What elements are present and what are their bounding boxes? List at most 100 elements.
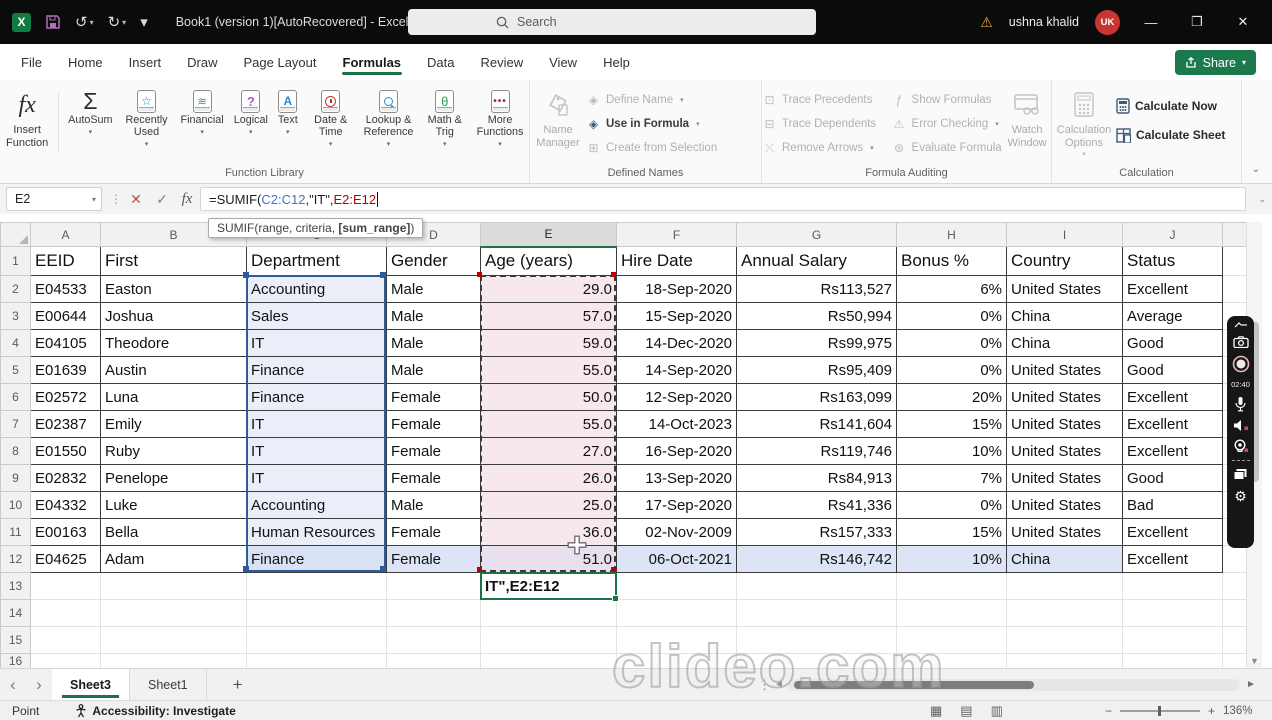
- grid-cell[interactable]: [246, 572, 387, 600]
- cell-age-5[interactable]: 55.0: [480, 356, 617, 384]
- cell-salary-6[interactable]: Rs163,099: [736, 383, 897, 411]
- cell-hire-3[interactable]: 15-Sep-2020: [616, 302, 737, 330]
- grid-cell[interactable]: [386, 626, 481, 654]
- zoom-slider[interactable]: [1120, 705, 1201, 716]
- grid-cell[interactable]: [736, 599, 897, 627]
- cell-first-9[interactable]: Penelope: [100, 464, 247, 492]
- view-page-layout-icon[interactable]: ▤: [960, 703, 972, 719]
- user-name[interactable]: ushna khalid: [1009, 15, 1079, 29]
- cell-gender-10[interactable]: Male: [386, 491, 481, 519]
- cell-age-8[interactable]: 27.0: [480, 437, 617, 465]
- cell-eeid-10[interactable]: E04332: [30, 491, 101, 519]
- row-header-2[interactable]: 2: [0, 275, 31, 303]
- row-header-12[interactable]: 12: [0, 545, 31, 573]
- share-button[interactable]: Share ▾: [1174, 50, 1256, 75]
- cell-eeid-12[interactable]: E04625: [30, 545, 101, 573]
- cell-first-11[interactable]: Bella: [100, 518, 247, 546]
- grid-cell[interactable]: [1006, 572, 1123, 600]
- active-edit-cell-E13[interactable]: IT",E2:E12: [480, 572, 619, 602]
- header-cell[interactable]: First: [100, 246, 247, 276]
- cell-first-6[interactable]: Luna: [100, 383, 247, 411]
- row-header-1[interactable]: 1: [0, 246, 31, 276]
- recorder-settings-gear-icon[interactable]: ⚙: [1234, 488, 1247, 505]
- row-header-15[interactable]: 15: [0, 626, 31, 654]
- trace-precedents-button[interactable]: ⊡ Trace Precedents: [762, 90, 892, 110]
- formula-bar-expand-icon[interactable]: ⌄: [1258, 194, 1266, 205]
- cell-first-10[interactable]: Luke: [100, 491, 247, 519]
- add-sheet-button[interactable]: +: [207, 675, 269, 695]
- grid-cell[interactable]: [246, 599, 387, 627]
- record-button-icon[interactable]: [1232, 355, 1250, 373]
- screenshot-camera-icon[interactable]: [1232, 336, 1249, 348]
- cell-gender-2[interactable]: Male: [386, 275, 481, 303]
- cell-age-9[interactable]: 26.0: [480, 464, 617, 492]
- cell-hire-9[interactable]: 13-Sep-2020: [616, 464, 737, 492]
- sheet-tab-sheet3[interactable]: Sheet3: [52, 668, 130, 701]
- cell-gender-5[interactable]: Male: [386, 356, 481, 384]
- cell-first-7[interactable]: Emily: [100, 410, 247, 438]
- avatar[interactable]: UK: [1095, 9, 1120, 35]
- tab-file[interactable]: File: [8, 46, 55, 79]
- cell-eeid-4[interactable]: E04105: [30, 329, 101, 357]
- quick-access-customize-icon[interactable]: ▾: [140, 13, 148, 31]
- evaluate-formula-button[interactable]: ⊛ Evaluate Formula: [892, 138, 1004, 158]
- math-trig-button[interactable]: θ Math & Trig ▾: [418, 86, 471, 150]
- view-normal-icon[interactable]: ▦: [930, 703, 942, 719]
- cell-country-9[interactable]: United States: [1006, 464, 1123, 492]
- cell-first-3[interactable]: Joshua: [100, 302, 247, 330]
- header-cell[interactable]: Annual Salary: [736, 246, 897, 276]
- calculate-sheet-button[interactable]: Calculate Sheet: [1116, 125, 1225, 145]
- save-icon[interactable]: [45, 14, 61, 30]
- cell-bonus-9[interactable]: 7%: [896, 464, 1007, 492]
- cell-status-2[interactable]: Excellent: [1122, 275, 1223, 303]
- cell-status-11[interactable]: Excellent: [1122, 518, 1223, 546]
- cell-bonus-8[interactable]: 10%: [896, 437, 1007, 465]
- cell-first-5[interactable]: Austin: [100, 356, 247, 384]
- header-cell[interactable]: Department: [246, 246, 387, 276]
- zoom-out-icon[interactable]: −: [1105, 704, 1112, 718]
- grid-cell[interactable]: [100, 626, 247, 654]
- scroll-left-icon[interactable]: ◄: [774, 679, 784, 690]
- grid-cell[interactable]: [480, 653, 617, 668]
- cell-salary-10[interactable]: Rs41,336: [736, 491, 897, 519]
- grid-cell[interactable]: [1222, 275, 1246, 303]
- cell-age-3[interactable]: 57.0: [480, 302, 617, 330]
- cell-first-12[interactable]: Adam: [100, 545, 247, 573]
- cell-country-8[interactable]: United States: [1006, 437, 1123, 465]
- header-cell[interactable]: Gender: [386, 246, 481, 276]
- select-all-corner[interactable]: [0, 222, 31, 247]
- cell-dept-8[interactable]: IT: [246, 437, 387, 465]
- grid-cell[interactable]: [1006, 626, 1123, 654]
- cell-salary-9[interactable]: Rs84,913: [736, 464, 897, 492]
- header-cell[interactable]: Country: [1006, 246, 1123, 276]
- microphone-icon[interactable]: [1234, 396, 1247, 412]
- recently-used-button[interactable]: ☆ Recently Used ▾: [118, 86, 176, 150]
- column-header-J[interactable]: J: [1122, 222, 1223, 247]
- trace-dependents-button[interactable]: ⊟ Trace Dependents: [762, 114, 892, 134]
- cell-age-2[interactable]: 29.0: [480, 275, 617, 303]
- cell-eeid-5[interactable]: E01639: [30, 356, 101, 384]
- grid-cell[interactable]: [1122, 626, 1223, 654]
- tab-page-layout[interactable]: Page Layout: [231, 46, 330, 79]
- grid-cell[interactable]: [1222, 626, 1246, 654]
- cell-hire-11[interactable]: 02-Nov-2009: [616, 518, 737, 546]
- view-page-break-icon[interactable]: ▥: [991, 703, 1003, 719]
- cell-gender-8[interactable]: Female: [386, 437, 481, 465]
- cell-dept-3[interactable]: Sales: [246, 302, 387, 330]
- lookup-reference-button[interactable]: Lookup & Reference ▾: [359, 86, 419, 150]
- calculation-options-button[interactable]: Calculation Options ▾: [1052, 86, 1116, 158]
- tab-draw[interactable]: Draw: [174, 46, 230, 79]
- cell-eeid-9[interactable]: E02832: [30, 464, 101, 492]
- cell-country-6[interactable]: United States: [1006, 383, 1123, 411]
- grid-cell[interactable]: [616, 572, 737, 600]
- cell-country-7[interactable]: United States: [1006, 410, 1123, 438]
- cell-age-10[interactable]: 25.0: [480, 491, 617, 519]
- scroll-down-icon[interactable]: ▼: [1250, 656, 1259, 666]
- cell-salary-8[interactable]: Rs119,746: [736, 437, 897, 465]
- warning-icon[interactable]: ⚠: [980, 14, 993, 31]
- grid-cell[interactable]: [1122, 599, 1223, 627]
- cell-country-4[interactable]: China: [1006, 329, 1123, 357]
- cell-status-3[interactable]: Average: [1122, 302, 1223, 330]
- cell-status-12[interactable]: Excellent: [1122, 545, 1223, 573]
- remove-arrows-button[interactable]: ⤬ Remove Arrows ▾: [762, 138, 892, 158]
